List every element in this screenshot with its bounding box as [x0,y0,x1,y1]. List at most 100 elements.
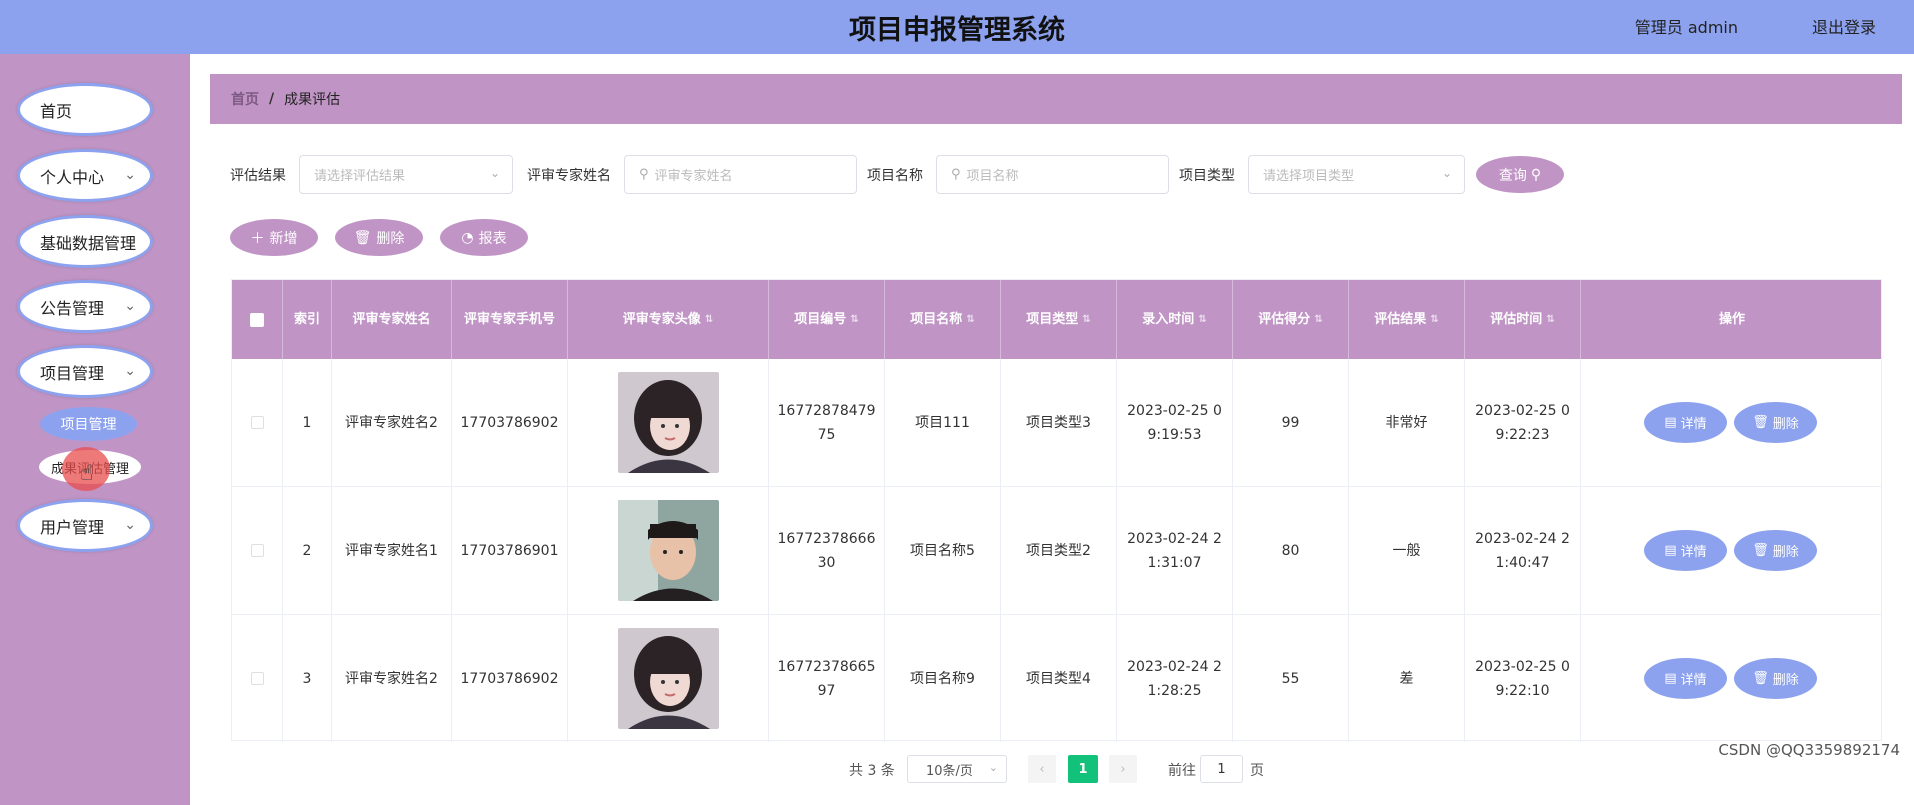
table-row: 3 评审专家姓名2 17703786902 16772378665 97 项目名… [232,615,1881,743]
cell-expert-name: 评审专家姓名2 [332,615,452,742]
row-checkbox[interactable] [232,615,283,742]
cell-result: 非常好 [1349,359,1465,486]
col-result[interactable]: 评估结果 ⇅ [1349,280,1465,359]
sidebar-item-basic-data[interactable]: 基础数据管理 [17,215,153,268]
top-header: 项目申报管理系统 管理员 admin 退出登录 [0,0,1914,54]
row-checkbox[interactable] [232,359,283,486]
cell-index: 1 [283,359,332,486]
search-button[interactable]: 查询 ⚲ [1476,156,1564,193]
table-row: 1 评审专家姓名2 17703786902 16772878479 75 项目1… [232,359,1881,487]
project-search-placeholder: 项目名称 [966,169,1019,184]
prev-page-button[interactable]: ‹ [1028,755,1056,783]
cell-expert-phone: 17703786902 [452,359,568,486]
sort-icon: ⇅ [1082,313,1091,325]
cell-project-name: 项目111 [885,359,1001,486]
cell-score: 80 [1233,487,1349,614]
cell-expert-name: 评审专家姓名1 [332,487,452,614]
detail-button[interactable]: ▤ 详情 [1644,530,1727,571]
page-size-select[interactable]: 10条/页 ⌄ [907,755,1007,783]
search-icon: ⚲ [1530,166,1542,183]
cell-eval-time: 2023-02-25 0 9:22:10 [1465,615,1581,742]
goto-page-input[interactable]: 1 [1200,755,1243,783]
col-expert-avatar[interactable]: 评审专家头像 ⇅ [568,280,769,359]
cell-index: 3 [283,615,332,742]
sidebar-item-home[interactable]: 首页 [17,83,153,136]
col-project-name[interactable]: 项目名称 ⇅ [885,280,1001,359]
row-checkbox[interactable] [232,487,283,614]
delete-button[interactable]: 🗑 删除 [1734,402,1817,443]
type-select[interactable]: 请选择项目类型 ⌄ [1248,155,1465,194]
delete-button[interactable]: 🗑 删除 [1734,530,1817,571]
sidebar-item-label: 项目管理 [40,363,105,383]
col-entry-time[interactable]: 录入时间 ⇅ [1117,280,1233,359]
sidebar-item-notice[interactable]: 公告管理 ⌄ [17,280,153,333]
cell-entry-time: 2023-02-24 2 1:31:07 [1117,487,1233,614]
sidebar-item-personal-center[interactable]: 个人中心 ⌄ [17,149,153,202]
avatar [617,628,719,729]
sidebar-item-label: 公告管理 [40,298,105,318]
cell-score: 99 [1233,359,1349,486]
sidebar-item-label: 用户管理 [40,517,105,537]
trash-icon: 🗑 [1752,671,1769,686]
cell-project-type: 项目类型4 [1001,615,1117,742]
col-expert-phone[interactable]: 评审专家手机号 [452,280,568,359]
admin-label: 管理员 admin [1634,18,1738,37]
select-all-checkbox[interactable] [232,280,283,359]
breadcrumb-home[interactable]: 首页 [231,89,259,109]
table-row: 2 评审专家姓名1 17703786901 16772378666 30 项目名… [232,487,1881,615]
type-filter-label: 项目类型 [1179,168,1235,184]
cell-project-no: 16772878479 75 [769,359,885,486]
col-eval-time[interactable]: 评估时间 ⇅ [1465,280,1581,359]
chevron-down-icon: ⌄ [124,298,136,314]
evaluation-table: 索引 评审专家姓名 评审专家手机号 评审专家头像 ⇅ 项目编号 ⇅ 项目名称 ⇅ 项目… [231,279,1882,743]
goto-label: 前往 [1168,763,1196,779]
cell-project-name: 项目名称9 [885,615,1001,742]
watermark: CSDN @QQ3359892174 [1718,741,1900,759]
detail-button[interactable]: ▤ 详情 [1644,402,1727,443]
cell-actions [1581,615,1883,742]
chevron-down-icon: ⌄ [1441,166,1452,180]
col-project-type[interactable]: 项目类型 ⇅ [1001,280,1117,359]
batch-delete-button[interactable]: 🗑 删除 [335,219,423,256]
sort-icon: ⇅ [966,313,975,325]
cell-actions [1581,487,1883,614]
col-expert-name[interactable]: 评审专家姓名 [332,280,452,359]
sidebar-item-user[interactable]: 用户管理 ⌄ [17,499,153,552]
sidebar-subitem-project-management[interactable]: 项目管理 [40,407,137,441]
pie-chart-icon: ◔ [461,229,474,246]
report-button[interactable]: ◔ 报表 [440,219,528,256]
expert-search-input[interactable]: ⚲ 评审专家姓名 [624,155,857,194]
type-select-placeholder: 请选择项目类型 [1263,169,1355,184]
cell-expert-phone: 17703786901 [452,487,568,614]
col-index: 索引 [283,280,332,359]
cell-entry-time: 2023-02-25 0 9:19:53 [1117,359,1233,486]
cell-project-name: 项目名称5 [885,487,1001,614]
chevron-down-icon: ⌄ [124,167,136,183]
search-icon: ⚲ [639,167,649,182]
cell-expert-name: 评审专家姓名2 [332,359,452,486]
chevron-down-icon: ⌄ [489,166,500,180]
trash-icon: 🗑 [1752,543,1769,558]
cell-score: 55 [1233,615,1349,742]
next-page-button[interactable]: › [1109,755,1137,783]
breadcrumb-current: 成果评估 [284,92,341,108]
logout-link[interactable]: 退出登录 [1812,14,1876,38]
result-select[interactable]: 请选择评估结果 ⌄ [299,155,513,194]
cell-project-no: 16772378666 30 [769,487,885,614]
sort-icon: ⇅ [1314,313,1323,325]
breadcrumb-separator: / [269,91,275,107]
col-score[interactable]: 评估得分 ⇅ [1233,280,1349,359]
sidebar-item-project[interactable]: 项目管理 ⌄ [17,345,153,398]
project-search-input[interactable]: ⚲ 项目名称 [936,155,1169,194]
cell-project-type: 项目类型3 [1001,359,1117,486]
sort-icon: ⇅ [1430,313,1439,325]
cell-index: 2 [283,487,332,614]
add-button[interactable]: ＋ 新增 [230,219,318,256]
col-project-no[interactable]: 项目编号 ⇅ [769,280,885,359]
detail-button[interactable]: ▤ 详情 [1644,658,1727,699]
page-number-current[interactable]: 1 [1068,755,1098,783]
document-icon: ▤ [1664,543,1677,558]
delete-button[interactable]: 🗑 删除 [1734,658,1817,699]
col-actions: 操作 [1718,311,1745,327]
result-select-placeholder: 请选择评估结果 [314,169,406,184]
